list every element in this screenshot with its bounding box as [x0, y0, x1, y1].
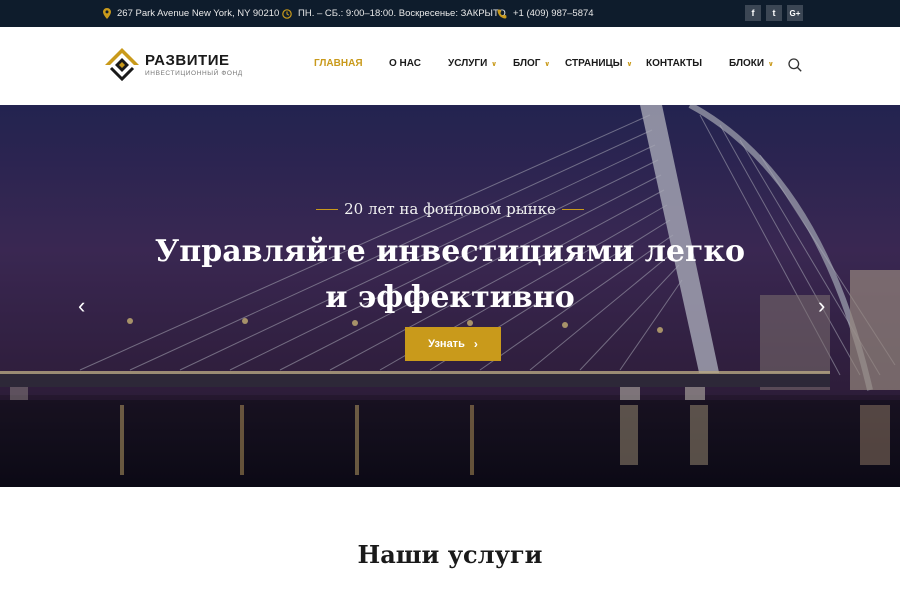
phone-info[interactable]: +1 (409) 987–5874	[497, 0, 594, 27]
top-bar: 267 Park Avenue New York, NY 90210 ПН. –…	[0, 0, 900, 27]
nav-item-services[interactable]: УСЛУГИ ∨	[448, 58, 497, 69]
facebook-icon[interactable]: f	[745, 5, 761, 21]
nav-item-blog[interactable]: БЛОГ ∨	[513, 58, 550, 69]
hero-eyebrow: 20 лет на фондовом рынке	[0, 200, 900, 218]
learn-more-button[interactable]: Узнать ›	[405, 327, 501, 361]
twitter-icon[interactable]: t	[766, 5, 782, 21]
nav-label: БЛОГ	[513, 58, 541, 69]
nav-item-contacts[interactable]: КОНТАКТЫ	[646, 58, 702, 69]
chevron-right-icon: ›	[473, 337, 478, 351]
nav-label: СТРАНИЦЫ	[565, 58, 623, 69]
nav-label: УСЛУГИ	[448, 58, 488, 69]
slider-next-arrow[interactable]: ›	[818, 295, 825, 317]
hours-info: ПН. – СБ.: 9:00–18:00. Воскресенье: ЗАКР…	[282, 0, 506, 27]
chevron-down-icon: ∨	[768, 60, 774, 68]
nav-item-blocks[interactable]: БЛОКИ ∨	[729, 58, 774, 69]
hero-eyebrow-text: 20 лет на фондовом рынке	[344, 200, 556, 218]
hero-headline-line2: и эффективно	[325, 280, 575, 315]
map-pin-icon	[103, 8, 111, 19]
hours-text: ПН. – СБ.: 9:00–18:00. Воскресенье: ЗАКР…	[298, 8, 506, 19]
divider	[316, 208, 339, 210]
logo-subtitle: ИНВЕСТИЦИОННЫЙ ФОНД	[145, 70, 243, 77]
nav-label: ГЛАВНАЯ	[314, 58, 363, 69]
logo-icon[interactable]	[104, 47, 140, 83]
clock-icon	[282, 8, 292, 19]
logo-title[interactable]: РАЗВИТИЕ	[145, 52, 229, 69]
search-icon[interactable]	[788, 58, 802, 72]
phone-icon	[497, 9, 507, 19]
nav-label: О НАС	[389, 58, 421, 69]
hero-headline-line1: Управляйте инвестициями легко	[154, 234, 746, 269]
slider-prev-arrow[interactable]: ‹	[78, 295, 85, 317]
google-plus-icon[interactable]: G+	[787, 5, 803, 21]
divider	[561, 208, 584, 210]
chevron-down-icon: ∨	[626, 60, 633, 68]
address-text: 267 Park Avenue New York, NY 90210	[117, 8, 280, 19]
address-info: 267 Park Avenue New York, NY 90210	[103, 0, 279, 27]
chevron-down-icon: ∨	[491, 60, 497, 68]
hero-slider: 20 лет на фондовом рынке Управляйте инве…	[0, 105, 900, 487]
hero-headline: Управляйте инвестициями легко и эффектив…	[150, 229, 750, 321]
nav-label: КОНТАКТЫ	[646, 58, 703, 69]
phone-text: +1 (409) 987–5874	[513, 8, 594, 19]
services-title: Наши услуги	[357, 540, 543, 569]
nav-item-about[interactable]: О НАС	[389, 58, 421, 69]
cta-label: Узнать	[428, 338, 465, 350]
nav-label: БЛОКИ	[729, 58, 765, 69]
nav-item-pages[interactable]: СТРАНИЦЫ ∨	[565, 58, 632, 69]
chevron-down-icon: ∨	[544, 60, 551, 68]
site-header: РАЗВИТИЕ ИНВЕСТИЦИОННЫЙ ФОНД ГЛАВНАЯ О Н…	[0, 27, 900, 105]
nav-item-home[interactable]: ГЛАВНАЯ	[314, 58, 363, 69]
